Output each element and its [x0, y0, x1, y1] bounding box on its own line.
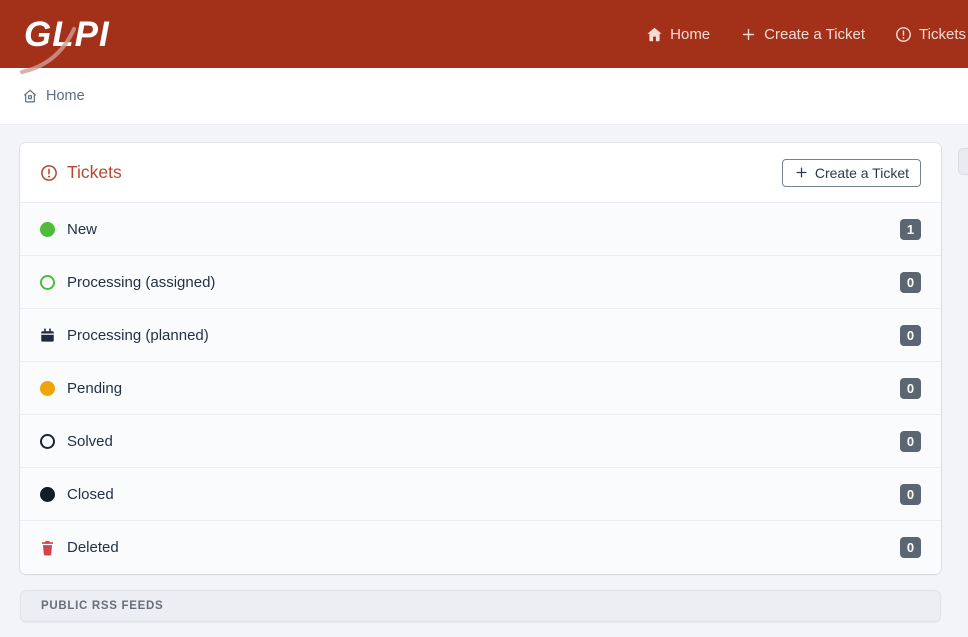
- main-content: Tickets Create a Ticket New1Processing (…: [0, 125, 968, 637]
- ticket-count-badge: 0: [900, 325, 921, 346]
- ticket-status-label: Processing (assigned): [67, 274, 900, 291]
- ticket-status-list: New1Processing (assigned)0Processing (pl…: [20, 203, 941, 574]
- breadcrumb-home[interactable]: Home: [22, 88, 85, 104]
- nav-create-ticket-label: Create a Ticket: [764, 26, 865, 43]
- nav-tickets-label: Tickets: [919, 26, 966, 43]
- ticket-count-badge: 1: [900, 219, 921, 240]
- nav-home[interactable]: Home: [646, 26, 710, 43]
- ticket-status-label: Pending: [67, 380, 900, 397]
- ticket-row-processing-assigned[interactable]: Processing (assigned)0: [20, 256, 941, 309]
- ticket-status-label: New: [67, 221, 900, 238]
- alert-circle-icon: [40, 164, 58, 182]
- ticket-status-label: Deleted: [67, 539, 900, 556]
- ticket-status-label: Closed: [67, 486, 900, 503]
- ticket-count-badge: 0: [900, 272, 921, 293]
- ticket-status-label: Solved: [67, 433, 900, 450]
- status-closed-dot-icon: [40, 487, 57, 502]
- ticket-count-badge: 0: [900, 484, 921, 505]
- plus-icon: [740, 26, 757, 43]
- rss-feeds-card: PUBLIC RSS FEEDS: [20, 590, 941, 622]
- status-solved-ring-icon: [40, 434, 57, 449]
- create-ticket-button[interactable]: Create a Ticket: [782, 159, 921, 187]
- tickets-card: Tickets Create a Ticket New1Processing (…: [20, 143, 941, 574]
- breadcrumb-home-label: Home: [46, 88, 85, 104]
- create-ticket-button-label: Create a Ticket: [815, 165, 909, 181]
- top-navigation: Home Create a Ticket Tickets: [646, 26, 968, 43]
- rss-feeds-title: PUBLIC RSS FEEDS: [41, 600, 163, 612]
- nav-create-ticket[interactable]: Create a Ticket: [740, 26, 865, 43]
- ticket-row-processing-planned[interactable]: Processing (planned)0: [20, 309, 941, 362]
- tickets-card-header: Tickets Create a Ticket: [20, 143, 941, 203]
- ticket-count-badge: 0: [900, 537, 921, 558]
- plus-icon: [794, 165, 809, 180]
- trash-icon: [40, 540, 57, 556]
- ticket-count-badge: 0: [900, 378, 921, 399]
- status-new-dot-icon: [40, 222, 57, 237]
- status-pending-dot-icon: [40, 381, 57, 396]
- ticket-status-label: Processing (planned): [67, 327, 900, 344]
- glpi-logo[interactable]: GLPI: [24, 17, 118, 52]
- logo-text: GLPI: [24, 15, 110, 54]
- alert-circle-icon: [895, 26, 912, 43]
- nav-home-label: Home: [670, 26, 710, 43]
- home-outline-icon: [22, 88, 38, 104]
- home-icon: [646, 26, 663, 43]
- nav-tickets[interactable]: Tickets: [895, 26, 966, 43]
- ticket-row-new[interactable]: New1: [20, 203, 941, 256]
- breadcrumb: Home: [0, 68, 968, 125]
- ticket-count-badge: 0: [900, 431, 921, 452]
- topbar: GLPI Home Create a Ticket Tickets: [0, 0, 968, 68]
- tickets-title-text: Tickets: [67, 162, 122, 183]
- ticket-row-deleted[interactable]: Deleted0: [20, 521, 941, 574]
- ticket-row-closed[interactable]: Closed0: [20, 468, 941, 521]
- ticket-row-pending[interactable]: Pending0: [20, 362, 941, 415]
- main-column: Tickets Create a Ticket New1Processing (…: [20, 143, 941, 637]
- ticket-row-solved[interactable]: Solved0: [20, 415, 941, 468]
- tickets-card-title: Tickets: [40, 162, 122, 183]
- side-column: [958, 143, 968, 637]
- side-card-cut: [958, 148, 968, 175]
- calendar-icon: [40, 328, 57, 343]
- status-assigned-ring-icon: [40, 275, 57, 290]
